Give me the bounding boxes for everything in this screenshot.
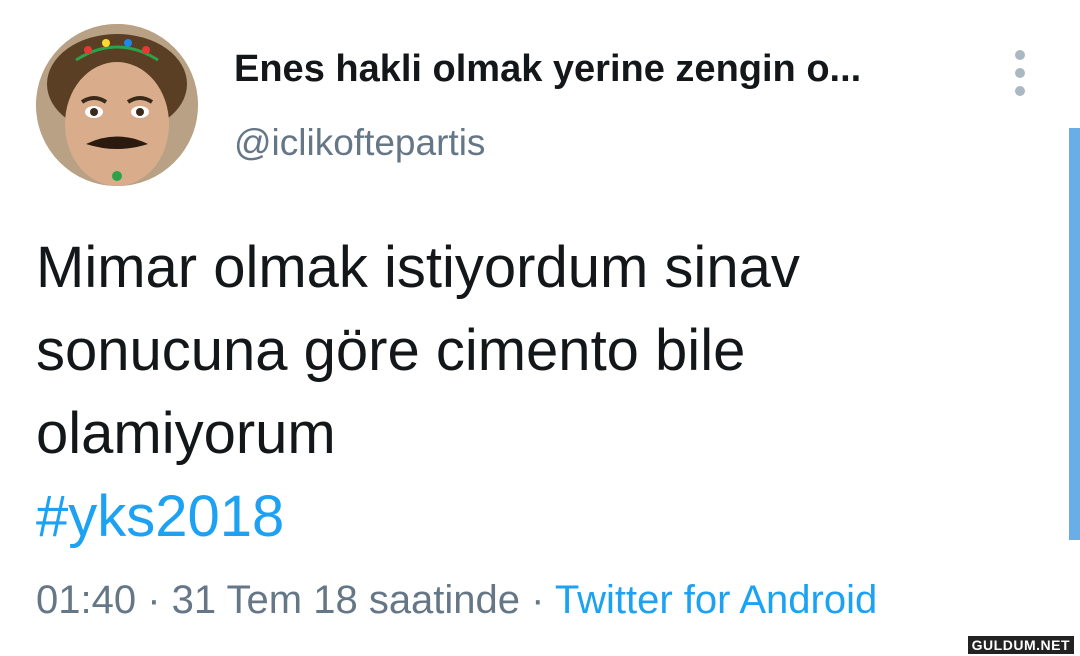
- timestamp[interactable]: 01:40 · 31 Tem 18 saatinde: [36, 578, 520, 622]
- meta-separator: ·: [520, 578, 555, 622]
- watermark: GULDUM.NET: [967, 636, 1074, 654]
- scrollbar[interactable]: [1069, 128, 1080, 540]
- tweet-text-line: Mimar olmak istiyordum sinav: [36, 235, 800, 300]
- avatar-image: [36, 24, 198, 186]
- avatar[interactable]: [36, 24, 198, 186]
- source-link[interactable]: Twitter for Android: [555, 578, 877, 622]
- hashtag-link[interactable]: #yks2018: [36, 475, 1046, 558]
- tweet-text-line: olamiyorum: [36, 401, 336, 466]
- author-handle[interactable]: @iclikoftepartis: [234, 122, 485, 164]
- tweet-meta: 01:40 · 31 Tem 18 saatinde · Twitter for…: [36, 578, 877, 623]
- more-vertical-icon[interactable]: [1005, 50, 1035, 96]
- author-name[interactable]: Enes hakli olmak yerine zengin o...: [234, 48, 861, 91]
- tweet-text-line: sonucuna göre cimento bile: [36, 318, 746, 383]
- tweet-text: Mimar olmak istiyordum sinav sonucuna gö…: [36, 226, 1046, 558]
